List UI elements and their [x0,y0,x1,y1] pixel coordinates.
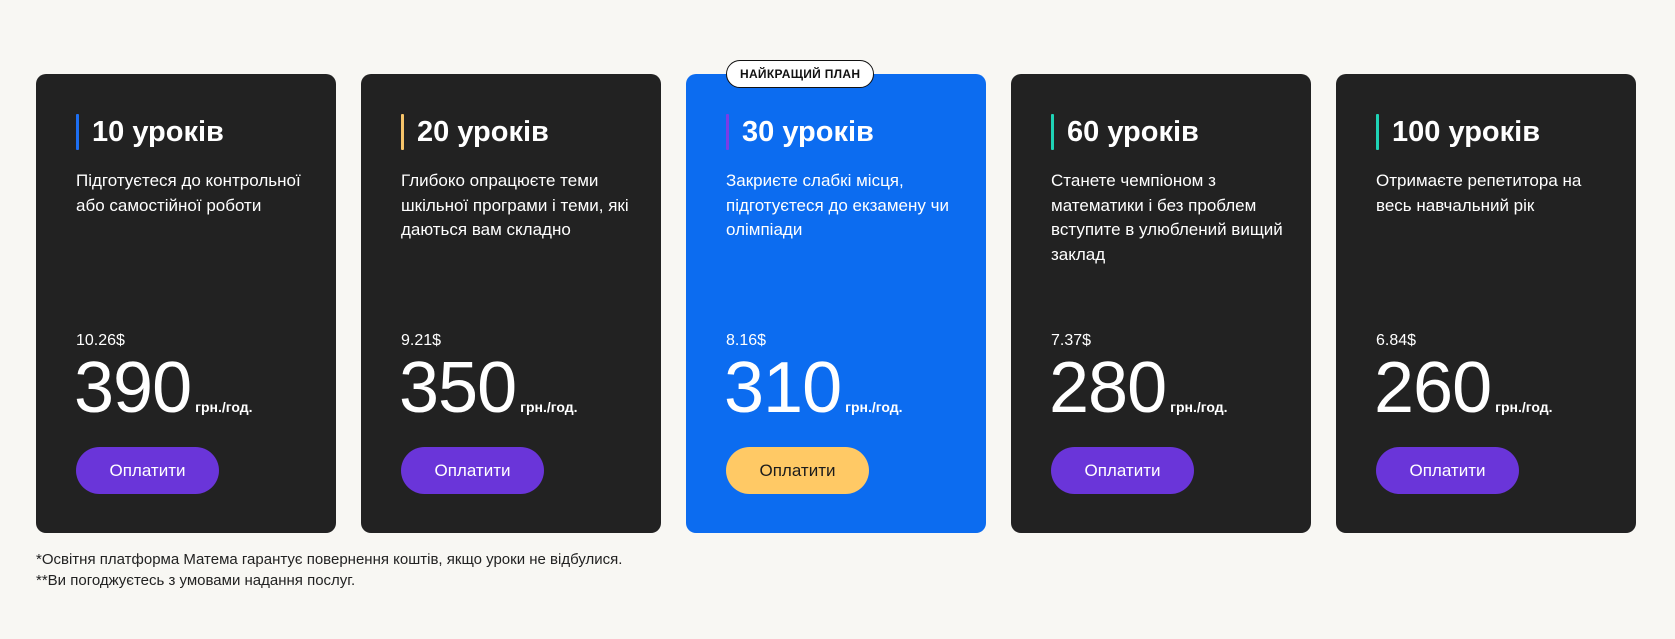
plan-description: Отримаєте репетитора на весь навчальний … [1376,171,1582,215]
plan-price: 260 [1374,348,1492,428]
accent-bar [401,114,404,150]
plan-price-row: 350 грн./год. [399,352,578,424]
terms-note: **Ви погоджуєтесь з умовами надання посл… [36,572,356,589]
plan-price-row: 390 грн./год. [74,352,253,424]
plan-title: 20 уроків [417,115,549,148]
accent-bar [1051,114,1054,150]
accent-bar [1376,114,1379,150]
plan-title-row: 30 уроків [726,114,874,150]
plan-card-60: 60 уроків Станете чемпіоном з математики… [1011,74,1311,533]
plan-title-row: 100 уроків [1376,114,1540,150]
plan-price-row: 280 грн./год. [1049,352,1228,424]
plan-price-row: 310 грн./год. [724,352,903,424]
plan-card-20: 20 уроків Глибоко опрацюєте теми шкільно… [361,74,661,533]
plan-price-unit: грн./год. [195,399,253,415]
footnotes: *Освітня платформа Матема гарантує повер… [36,549,622,591]
plan-price-unit: грн./год. [845,399,903,415]
pay-button[interactable]: Оплатити [401,447,544,494]
plan-title-row: 10 уроків [76,114,224,150]
plan-price: 280 [1049,348,1167,428]
plan-description: Глибоко опрацюєте теми шкільної програми… [401,171,629,239]
pricing-cards: 10 уроків Підготуєтеся до контрольної аб… [36,60,1636,533]
plan-title: 30 уроків [742,115,874,148]
plan-description: Станете чемпіоном з математики і без про… [1051,171,1283,264]
plan-price: 350 [399,348,517,428]
plan-title: 10 уроків [92,115,224,148]
plan-price-unit: грн./год. [520,399,578,415]
best-plan-badge: НАЙКРАЩИЙ ПЛАН [726,60,875,88]
plan-price-unit: грн./год. [1495,399,1553,415]
pay-button[interactable]: Оплатити [1376,447,1519,494]
plan-price: 310 [724,348,842,428]
plan-card-100: 100 уроків Отримаєте репетитора на весь … [1336,74,1636,533]
plan-price-unit: грн./год. [1170,399,1228,415]
plan-title: 100 уроків [1392,115,1541,148]
plan-title: 60 уроків [1067,115,1199,148]
pay-button[interactable]: Оплатити [76,447,219,494]
plan-price: 390 [74,348,192,428]
accent-bar [76,114,79,150]
plan-title-row: 60 уроків [1051,114,1199,150]
plan-card-30: НАЙКРАЩИЙ ПЛАН 30 уроків Закриєте слабкі… [686,60,986,533]
plan-title-row: 20 уроків [401,114,549,150]
plan-card-10: 10 уроків Підготуєтеся до контрольної аб… [36,74,336,533]
pay-button[interactable]: Оплатити [726,447,869,494]
accent-bar [726,114,729,150]
refund-note: *Освітня платформа Матема гарантує повер… [36,551,623,568]
plan-description: Закриєте слабкі місця, підготуєтеся до е… [726,171,949,239]
plan-description: Підготуєтеся до контрольної або самостій… [76,171,301,215]
plan-price-row: 260 грн./год. [1374,352,1553,424]
pay-button[interactable]: Оплатити [1051,447,1194,494]
